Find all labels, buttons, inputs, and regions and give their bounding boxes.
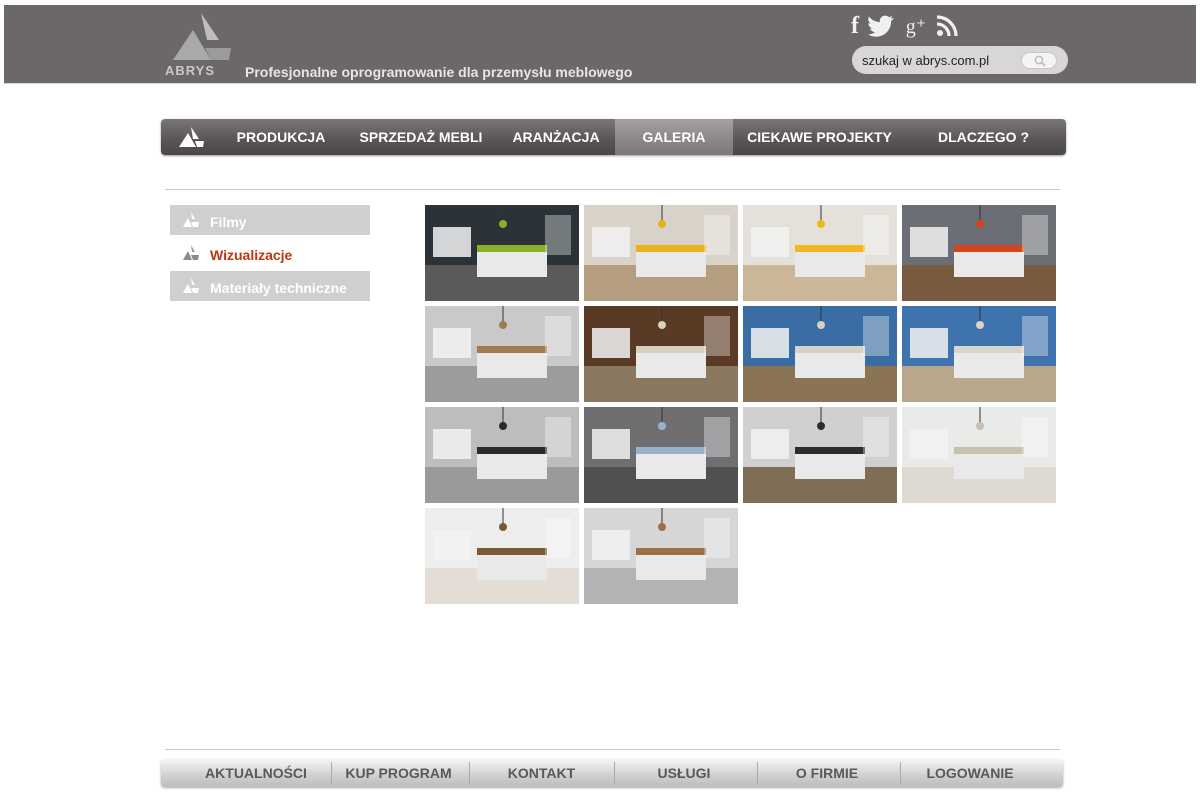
home-logo-icon[interactable] — [171, 125, 211, 149]
abrys-triangle-icon — [183, 212, 199, 227]
logo-wordmark[interactable]: ABRYS — [165, 63, 215, 78]
side-item-filmy[interactable]: Filmy — [170, 205, 370, 235]
nav-galeria[interactable]: GALERIA — [615, 119, 733, 155]
gallery-thumbnail[interactable] — [743, 306, 897, 402]
gallery-thumbnail[interactable] — [584, 407, 738, 503]
abrys-triangle-icon — [183, 245, 199, 260]
footer-navigation: AKTUALNOŚCI KUP PROGRAM KONTAKT USŁUGI O… — [161, 759, 1063, 787]
rss-icon[interactable] — [936, 14, 958, 38]
content-divider-bottom — [165, 749, 1060, 750]
footer-logowanie[interactable]: LOGOWANIE — [900, 759, 1040, 787]
gallery-thumbnail[interactable] — [425, 205, 579, 301]
nav-produkcja[interactable]: PRODUKCJA — [221, 119, 341, 155]
footer-o-firmie[interactable]: O FIRMIE — [757, 759, 897, 787]
content-divider-top — [165, 189, 1060, 190]
magnifier-icon — [1034, 55, 1046, 67]
nav-ciekawe-projekty[interactable]: CIEKAWE PROJEKTY — [733, 119, 906, 155]
footer-kup-program[interactable]: KUP PROGRAM — [331, 759, 466, 787]
main-navigation: PRODUKCJA SPRZEDAŻ MEBLI ARANŻACJA GALER… — [161, 119, 1066, 155]
gallery-thumbnail[interactable] — [584, 306, 738, 402]
side-item-label: Filmy — [210, 214, 247, 230]
abrys-triangle-icon — [183, 278, 199, 293]
footer-kontakt[interactable]: KONTAKT — [469, 759, 614, 787]
gallery-thumbnail[interactable] — [425, 508, 579, 604]
gallery-thumbnail[interactable] — [425, 306, 579, 402]
nav-aranzacja[interactable]: ARANŻACJA — [501, 119, 611, 155]
side-item-materialy-techniczne[interactable]: Materiały techniczne — [170, 271, 370, 301]
side-item-wizualizacje[interactable]: Wizualizacje — [170, 238, 370, 268]
header-divider — [4, 83, 1196, 84]
nav-dlaczego[interactable]: DLACZEGO ? — [906, 119, 1061, 155]
gallery-thumbnail[interactable] — [743, 407, 897, 503]
side-item-label: Materiały techniczne — [210, 280, 347, 296]
search-input[interactable]: szukaj w abrys.com.pl — [862, 53, 989, 68]
site-tagline: Profesjonalne oprogramowanie dla przemys… — [245, 64, 633, 80]
nav-sprzedaz-mebli[interactable]: SPRZEDAŻ MEBLI — [341, 119, 501, 155]
gallery-thumbnail[interactable] — [743, 205, 897, 301]
gallery-thumbnail[interactable] — [584, 508, 738, 604]
gallery-thumbnail[interactable] — [584, 205, 738, 301]
gallery-thumbnail[interactable] — [902, 407, 1056, 503]
search-button[interactable] — [1021, 52, 1057, 69]
twitter-icon[interactable] — [868, 14, 894, 38]
google-plus-icon[interactable]: g⁺ — [902, 14, 930, 38]
footer-aktualnosci[interactable]: AKTUALNOŚCI — [181, 759, 331, 787]
search-box[interactable]: szukaj w abrys.com.pl — [852, 46, 1068, 74]
facebook-icon[interactable]: f — [847, 13, 863, 39]
gallery-thumbnail[interactable] — [902, 306, 1056, 402]
side-item-label: Wizualizacje — [210, 247, 293, 263]
gallery-thumbnail[interactable] — [902, 205, 1056, 301]
gallery-thumbnail[interactable] — [425, 407, 579, 503]
footer-uslugi[interactable]: USŁUGI — [614, 759, 754, 787]
